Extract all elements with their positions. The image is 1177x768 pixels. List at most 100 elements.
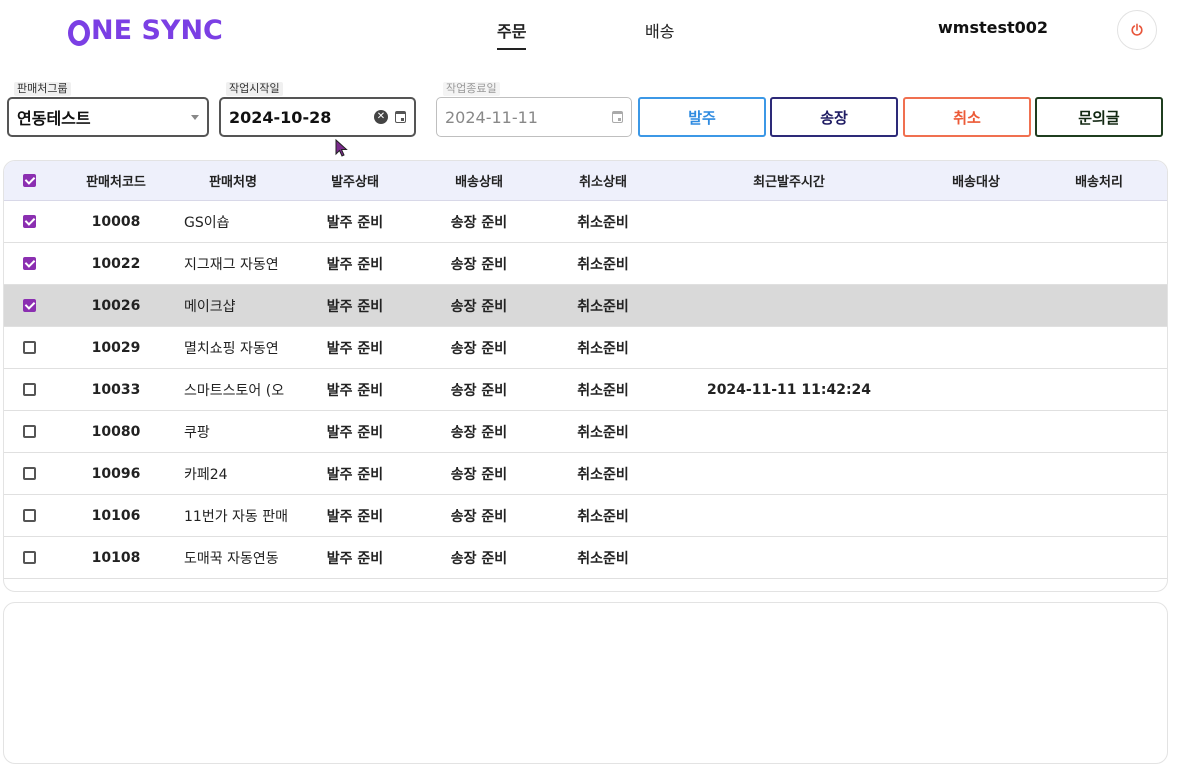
ship-status-cell: 송장 준비 <box>450 340 508 357</box>
seller-name-cell: 메이크샵 <box>184 298 236 315</box>
end-date-label: 작업종료일 <box>443 82 500 96</box>
seller-code-cell: 10108 <box>91 549 141 566</box>
ship-status-cell: 송장 준비 <box>450 424 508 441</box>
row-checkbox[interactable] <box>22 383 36 396</box>
row-checkbox[interactable] <box>22 551 36 564</box>
row-checkbox[interactable] <box>22 215 36 228</box>
col-last-order-time[interactable]: 최근발주시간 <box>670 171 908 190</box>
table-row[interactable]: 10008 GS이숍 발주 준비 송장 준비 취소준비 <box>4 201 1167 243</box>
seller-code-cell: 10022 <box>91 255 141 272</box>
table-row[interactable]: 10033 스마트스토어 (오 발주 준비 송장 준비 취소준비 2024-11-11 1… <box>4 369 1167 411</box>
seller-code-cell: 10080 <box>91 423 141 440</box>
group-select[interactable]: 연동테스트 <box>7 97 209 137</box>
seller-code-cell: 10033 <box>91 381 141 398</box>
cancel-status-cell: 취소준비 <box>577 466 629 483</box>
table-body: 10008 GS이숍 발주 준비 송장 준비 취소준비 10022 지그재그 자동연 발주 준… <box>4 201 1167 579</box>
seller-name-cell: 멸치쇼핑 자동연 <box>184 340 279 357</box>
table-row[interactable]: 10022 지그재그 자동연 발주 준비 송장 준비 취소준비 <box>4 243 1167 285</box>
table-row[interactable]: 10096 카페24 발주 준비 송장 준비 취소준비 <box>4 453 1167 495</box>
table-row[interactable]: 10080 쿠팡 발주 준비 송장 준비 취소준비 <box>4 411 1167 453</box>
end-date-value: 2024-11-11 <box>445 107 538 127</box>
select-all-cell <box>4 174 54 187</box>
table-row[interactable]: 10029 멸치쇼핑 자동연 발주 준비 송장 준비 취소준비 <box>4 327 1167 369</box>
tab-order[interactable]: 주문 <box>497 18 527 50</box>
order-status-cell: 발주 준비 <box>326 214 384 231</box>
order-status-cell: 발주 준비 <box>326 424 384 441</box>
seller-name-cell: GS이숍 <box>184 214 230 231</box>
ship-status-cell: 송장 준비 <box>450 508 508 525</box>
chevron-down-icon <box>191 114 199 120</box>
calendar-icon <box>612 111 623 123</box>
row-checkbox-cell <box>4 551 54 564</box>
seller-code-cell: 10026 <box>91 297 141 314</box>
cancel-status-cell: 취소준비 <box>577 382 629 399</box>
row-checkbox[interactable] <box>22 467 36 480</box>
row-checkbox-cell <box>4 467 54 480</box>
col-ship-process[interactable]: 배송처리 <box>1044 171 1154 190</box>
row-checkbox-cell <box>4 341 54 354</box>
ship-status-cell: 송장 준비 <box>450 256 508 273</box>
table-row[interactable]: 10108 도매꾹 자동연동 발주 준비 송장 준비 취소준비 <box>4 537 1167 579</box>
cancel-status-cell: 취소준비 <box>577 508 629 525</box>
start-date-value: 2024-10-28 <box>229 107 332 127</box>
cancel-status-cell: 취소준비 <box>577 340 629 357</box>
logout-button[interactable] <box>1117 10 1157 50</box>
order-status-cell: 발주 준비 <box>326 256 384 273</box>
table-header: 판매처코드 판매처명 발주상태 배송상태 취소상태 최근발주시간 배송대상 배송… <box>4 161 1167 201</box>
row-checkbox[interactable] <box>22 425 36 438</box>
mouse-cursor-icon <box>335 139 348 157</box>
order-status-cell: 발주 준비 <box>326 298 384 315</box>
logo-o-mark <box>68 20 90 46</box>
order-status-cell: 발주 준비 <box>326 340 384 357</box>
seller-name-cell: 11번가 자동 판매 <box>184 508 288 525</box>
seller-name-cell: 스마트스토어 (오 <box>184 382 285 399</box>
select-all-checkbox[interactable] <box>22 174 36 187</box>
cancel-status-cell: 취소준비 <box>577 214 629 231</box>
row-checkbox-cell <box>4 509 54 522</box>
row-checkbox[interactable] <box>22 341 36 354</box>
col-ship-status[interactable]: 배송상태 <box>422 171 536 190</box>
detail-panel <box>3 602 1168 764</box>
start-date-field[interactable]: 2024-10-28 ✕ <box>219 97 416 137</box>
col-ship-target[interactable]: 배송대상 <box>908 171 1044 190</box>
row-checkbox-cell <box>4 383 54 396</box>
calendar-icon[interactable] <box>395 111 406 123</box>
col-code[interactable]: 판매처코드 <box>54 171 178 190</box>
logo: NE SYNC <box>68 12 223 48</box>
seller-code-cell: 10008 <box>91 213 141 230</box>
cancel-status-cell: 취소준비 <box>577 424 629 441</box>
col-order-status[interactable]: 발주상태 <box>288 171 422 190</box>
row-checkbox[interactable] <box>22 299 36 312</box>
power-icon <box>1131 23 1143 36</box>
ship-status-cell: 송장 준비 <box>450 214 508 231</box>
ship-status-cell: 송장 준비 <box>450 466 508 483</box>
seller-code-cell: 10029 <box>91 339 141 356</box>
row-checkbox[interactable] <box>22 257 36 270</box>
clear-icon[interactable]: ✕ <box>374 110 388 124</box>
cancel-button[interactable]: 취소 <box>903 97 1031 137</box>
seller-code-cell: 10106 <box>91 507 141 524</box>
seller-name-cell: 쿠팡 <box>184 424 210 441</box>
group-label: 판매처그룹 <box>14 82 71 96</box>
inquiry-button[interactable]: 문의글 <box>1035 97 1163 137</box>
seller-table: 판매처코드 판매처명 발주상태 배송상태 취소상태 최근발주시간 배송대상 배송… <box>3 160 1168 592</box>
ship-status-cell: 송장 준비 <box>450 382 508 399</box>
table-row[interactable]: 10026 메이크샵 발주 준비 송장 준비 취소준비 <box>4 285 1167 327</box>
order-status-cell: 발주 준비 <box>326 382 384 399</box>
logo-text: NE SYNC <box>91 14 223 46</box>
seller-name-cell: 도매꾹 자동연동 <box>184 550 279 567</box>
row-checkbox-cell <box>4 299 54 312</box>
col-name[interactable]: 판매처명 <box>178 171 288 190</box>
invoice-button[interactable]: 송장 <box>770 97 898 137</box>
order-status-cell: 발주 준비 <box>326 550 384 567</box>
tab-shipping[interactable]: 배송 <box>645 18 674 42</box>
cancel-status-cell: 취소준비 <box>577 298 629 315</box>
order-button[interactable]: 발주 <box>638 97 766 137</box>
table-row[interactable]: 10106 11번가 자동 판매 발주 준비 송장 준비 취소준비 <box>4 495 1167 537</box>
last-order-time-cell: 2024-11-11 11:42:24 <box>706 381 872 398</box>
row-checkbox[interactable] <box>22 509 36 522</box>
end-date-field: 2024-11-11 <box>436 97 632 137</box>
col-cancel-status[interactable]: 취소상태 <box>536 171 670 190</box>
seller-name-cell: 지그재그 자동연 <box>184 256 279 273</box>
row-checkbox-cell <box>4 215 54 228</box>
